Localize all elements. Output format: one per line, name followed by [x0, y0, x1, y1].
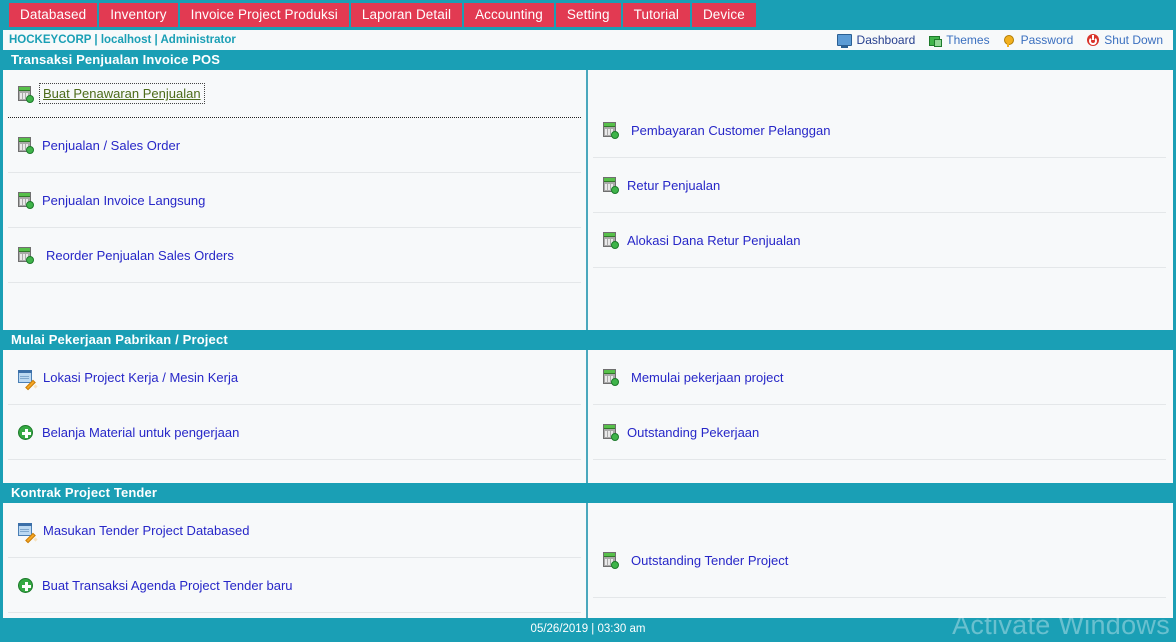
status-datetime: 05/26/2019 | 03:30 am — [530, 622, 646, 635]
section-3: Kontrak Project Tender Masukan Tender Pro… — [3, 483, 1173, 618]
note-edit-icon — [18, 522, 38, 543]
invoice-icon — [603, 424, 619, 441]
column-filler — [593, 268, 1166, 318]
menu-item-row[interactable]: Memulai pekerjaan project — [593, 350, 1166, 405]
menu-item-label[interactable]: Memulai pekerjaan project — [631, 370, 783, 385]
invoice-icon — [18, 247, 34, 264]
invoice-icon — [18, 137, 34, 154]
menu-item-label[interactable]: Lokasi Project Kerja / Mesin Kerja — [43, 370, 238, 385]
header-action-dashboard[interactable]: Dashboard — [836, 33, 916, 48]
plus-circle-icon — [18, 424, 33, 440]
section-body: Lokasi Project Kerja / Mesin Kerja Belanj… — [3, 350, 1173, 483]
menu-item-label[interactable]: Retur Penjualan — [627, 178, 720, 193]
section-left-column: Buat Penawaran Penjualan Penjualan / Sale… — [3, 70, 588, 330]
menu-item-label[interactable]: Alokasi Dana Retur Penjualan — [627, 233, 800, 248]
header-bar: HOCKEYCORP | localhost | Administrator D… — [0, 30, 1176, 50]
column-filler — [593, 598, 1166, 618]
main-content: Transaksi Penjualan Invoice POS Buat Pena… — [3, 50, 1173, 618]
menu-item-label[interactable]: Penjualan / Sales Order — [42, 138, 180, 153]
menu-item-row[interactable]: Pembayaran Customer Pelanggan — [593, 103, 1166, 158]
menu-tab-setting[interactable]: Setting — [556, 4, 620, 26]
menu-tab-device[interactable]: Device — [692, 4, 755, 26]
header-action-label: Dashboard — [856, 33, 916, 47]
menu-item-row[interactable]: Penjualan / Sales Order — [8, 118, 581, 173]
key-icon — [1003, 34, 1016, 47]
invoice-icon — [18, 85, 34, 103]
menu-tab-tutorial[interactable]: Tutorial — [623, 4, 689, 26]
menu-item-label[interactable]: Reorder Penjualan Sales Orders — [46, 248, 234, 263]
section-left-column: Lokasi Project Kerja / Mesin Kerja Belanj… — [3, 350, 588, 483]
menu-tab-inventory[interactable]: Inventory — [100, 4, 177, 26]
header-action-password[interactable]: Password — [1003, 33, 1074, 47]
header-action-shut-down[interactable]: Shut Down — [1087, 33, 1163, 47]
menu-item-label[interactable]: Outstanding Pekerjaan — [627, 425, 759, 440]
header-action-label: Themes — [946, 33, 990, 47]
header-action-label: Password — [1020, 33, 1074, 47]
menu-item-row[interactable]: Penjualan Invoice Langsung — [8, 173, 581, 228]
column-spacer — [593, 503, 1166, 523]
menu-item-label[interactable]: Buat Transaksi Agenda Project Tender bar… — [42, 578, 293, 593]
invoice-icon — [603, 369, 619, 386]
header-action-themes[interactable]: Themes — [929, 33, 990, 47]
menu-item-row[interactable]: Buat Penawaran Penjualan — [8, 70, 581, 118]
menu-item-row[interactable]: Belanja Material untuk pengerjaan — [8, 405, 581, 460]
invoice-icon — [603, 177, 619, 194]
menu-tab-invoice-project-produksi[interactable]: Invoice Project Produksi — [180, 4, 348, 26]
invoice-icon — [603, 552, 619, 569]
menu-item-row[interactable]: Outstanding Pekerjaan — [593, 405, 1166, 460]
section-title: Kontrak Project Tender — [3, 483, 1173, 503]
menu-item-row[interactable]: Retur Penjualan — [593, 158, 1166, 213]
main-menu-bar: Databased Inventory Invoice Project Produk… — [0, 0, 1176, 30]
menu-item-label[interactable]: Buat Penawaran Penjualan — [39, 83, 205, 104]
note-edit-icon — [18, 369, 38, 390]
header-action-label: Shut Down — [1104, 33, 1163, 47]
section-body: Buat Penawaran Penjualan Penjualan / Sale… — [3, 70, 1173, 330]
menu-tab-laporan-detail[interactable]: Laporan Detail — [351, 4, 462, 26]
menu-item-row[interactable]: Alokasi Dana Retur Penjualan — [593, 213, 1166, 268]
section-1: Transaksi Penjualan Invoice POS Buat Pena… — [3, 50, 1173, 330]
menu-item-label[interactable]: Belanja Material untuk pengerjaan — [42, 425, 239, 440]
invoice-icon — [603, 122, 619, 139]
menu-item-row[interactable]: Reorder Penjualan Sales Orders — [8, 228, 581, 283]
menu-item-label[interactable]: Pembayaran Customer Pelanggan — [631, 123, 830, 138]
menu-item-label[interactable]: Penjualan Invoice Langsung — [42, 193, 205, 208]
section-right-column: Memulai pekerjaan project Outstanding Pek… — [588, 350, 1171, 483]
column-filler — [8, 283, 581, 330]
section-title: Transaksi Penjualan Invoice POS — [3, 50, 1173, 70]
column-spacer — [593, 70, 1166, 103]
section-title: Mulai Pekerjaan Pabrikan / Project — [3, 330, 1173, 350]
plus-circle-icon — [18, 577, 33, 593]
section-2: Mulai Pekerjaan Pabrikan / Project Lokasi… — [3, 330, 1173, 483]
section-right-column: Pembayaran Customer Pelanggan Retur Penju… — [588, 70, 1171, 330]
menu-tab-databased[interactable]: Databased — [10, 4, 97, 26]
column-filler — [593, 460, 1166, 483]
themes-icon — [929, 35, 943, 47]
menu-item-row[interactable]: Buat Transaksi Agenda Project Tender bar… — [8, 558, 581, 613]
status-bar: 05/26/2019 | 03:30 am — [3, 618, 1173, 639]
menu-item-row[interactable]: Masukan Tender Project Databased — [8, 503, 581, 558]
invoice-icon — [603, 232, 619, 249]
menu-item-label[interactable]: Masukan Tender Project Databased — [43, 523, 249, 538]
section-left-column: Masukan Tender Project Databased Buat Tra… — [3, 503, 588, 618]
menu-item-label[interactable]: Outstanding Tender Project — [631, 553, 788, 568]
menu-item-row[interactable]: Outstanding Tender Project — [593, 523, 1166, 598]
monitor-icon — [836, 34, 852, 48]
menu-tab-accounting[interactable]: Accounting — [465, 4, 553, 26]
application-window: Databased Inventory Invoice Project Produk… — [0, 0, 1176, 642]
invoice-icon — [18, 192, 34, 209]
section-right-column: Outstanding Tender Project — [588, 503, 1171, 618]
breadcrumb: HOCKEYCORP | localhost | Administrator — [9, 34, 236, 46]
column-filler — [8, 460, 581, 483]
header-actions: Dashboard Themes Password Shut Down — [836, 33, 1173, 48]
menu-item-row[interactable]: Lokasi Project Kerja / Mesin Kerja — [8, 350, 581, 405]
section-body: Masukan Tender Project Databased Buat Tra… — [3, 503, 1173, 618]
power-icon — [1087, 34, 1100, 46]
